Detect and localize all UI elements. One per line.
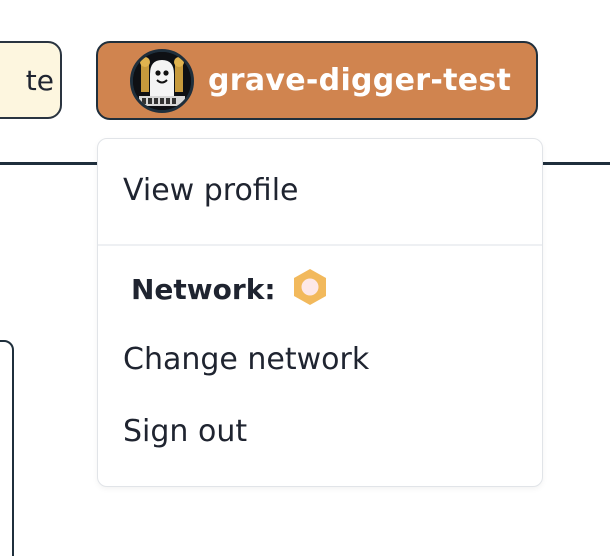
partial-nav-button-label: te xyxy=(25,63,54,97)
network-label: Network: xyxy=(131,272,276,306)
sign-out-menu-item[interactable]: Sign out xyxy=(123,414,247,449)
network-row: Network: xyxy=(131,267,330,311)
account-dropdown-menu: View profile Network: Change network Sig… xyxy=(97,138,543,487)
view-profile-menu-item[interactable]: View profile xyxy=(123,173,299,208)
menu-divider xyxy=(98,244,542,246)
change-network-menu-item[interactable]: Change network xyxy=(123,342,369,377)
account-menu-button[interactable]: grave-digger-test xyxy=(96,41,538,120)
partial-content-card xyxy=(0,340,14,556)
account-name: grave-digger-test xyxy=(208,63,512,98)
hexagon-network-icon xyxy=(290,267,330,311)
page: te grave-digger-test View profile Networ… xyxy=(0,0,610,556)
ghost-avatar-icon xyxy=(130,48,194,113)
partial-nav-button[interactable]: te xyxy=(0,41,62,119)
